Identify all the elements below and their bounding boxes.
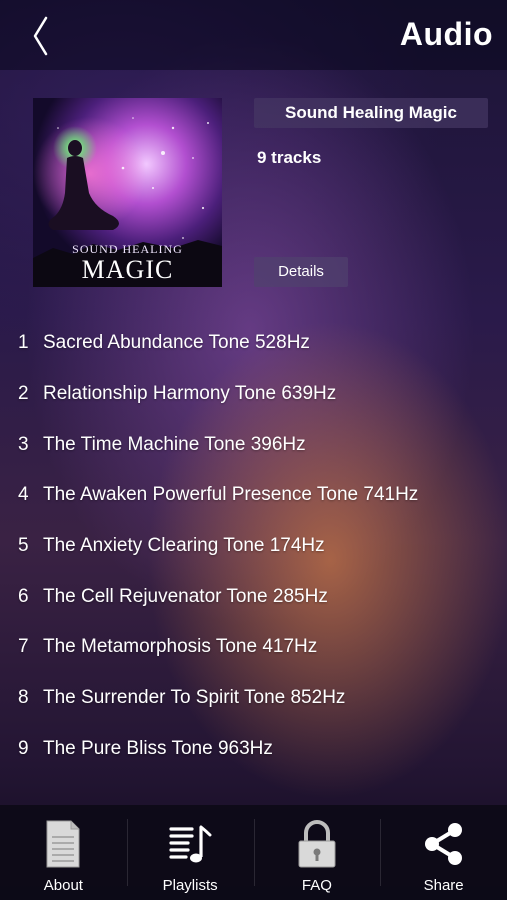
tab-about[interactable]: About — [0, 805, 127, 900]
track-item[interactable]: 3 The Time Machine Tone 396Hz — [0, 419, 507, 470]
chevron-left-icon — [33, 16, 48, 56]
track-item[interactable]: 4 The Awaken Powerful Presence Tone 741Hz — [0, 470, 507, 521]
tab-faq[interactable]: FAQ — [253, 805, 381, 900]
tab-playlists-label: Playlists — [162, 877, 218, 894]
track-item[interactable]: 6 The Cell Rejuvenator Tone 285Hz — [0, 571, 507, 622]
track-number: 7 — [18, 636, 29, 658]
lock-icon — [298, 820, 336, 868]
track-title: Sacred Abundance Tone 528Hz — [43, 332, 310, 354]
track-number: 5 — [18, 535, 29, 557]
track-item[interactable]: 9 The Pure Bliss Tone 963Hz — [0, 724, 507, 775]
tab-share[interactable]: Share — [380, 805, 507, 900]
track-number: 9 — [18, 737, 29, 759]
document-icon — [46, 820, 80, 868]
tab-bar: About Playlists FAQ Share — [0, 805, 507, 900]
details-button[interactable]: Details — [254, 257, 348, 287]
track-number: 6 — [18, 585, 29, 607]
track-number: 4 — [18, 484, 29, 506]
track-number: 1 — [18, 332, 29, 354]
tab-about-label: About — [43, 877, 83, 894]
track-item[interactable]: 8 The Surrender To Spirit Tone 852Hz — [0, 673, 507, 724]
cover-text-large: MAGIC — [82, 255, 174, 284]
track-item[interactable]: 7 The Metamorphosis Tone 417Hz — [0, 622, 507, 673]
track-number: 2 — [18, 383, 29, 405]
track-title: The Anxiety Clearing Tone 174Hz — [43, 535, 325, 557]
share-icon — [424, 823, 462, 865]
track-number: 8 — [18, 687, 29, 709]
album-name: Sound Healing Magic — [254, 98, 488, 128]
track-list: 1 Sacred Abundance Tone 528Hz 2 Relationsh… — [0, 318, 507, 774]
track-count: 9 tracks — [257, 148, 322, 167]
track-number: 3 — [18, 433, 29, 455]
track-item[interactable]: 1 Sacred Abundance Tone 528Hz — [0, 318, 507, 369]
album-cover: SOUND HEALING MAGIC — [33, 98, 222, 287]
playlist-icon — [169, 825, 212, 863]
track-title: The Surrender To Spirit Tone 852Hz — [43, 687, 346, 709]
cover-text-small: SOUND HEALING — [72, 242, 183, 256]
track-title: The Pure Bliss Tone 963Hz — [43, 737, 273, 759]
track-title: Relationship Harmony Tone 639Hz — [43, 383, 337, 405]
header-bar: Audio — [0, 0, 507, 70]
track-title: The Cell Rejuvenator Tone 285Hz — [43, 585, 328, 607]
tab-faq-label: FAQ — [301, 877, 332, 894]
page-title: Audio — [399, 16, 493, 52]
track-title: The Time Machine Tone 396Hz — [43, 433, 306, 455]
track-item[interactable]: 2 Relationship Harmony Tone 639Hz — [0, 369, 507, 420]
back-button[interactable] — [28, 14, 58, 58]
track-item[interactable]: 5 The Anxiety Clearing Tone 174Hz — [0, 521, 507, 572]
tab-playlists[interactable]: Playlists — [126, 805, 254, 900]
track-title: The Metamorphosis Tone 417Hz — [43, 636, 318, 658]
track-title: The Awaken Powerful Presence Tone 741Hz — [43, 484, 419, 506]
tab-share-label: Share — [423, 877, 464, 894]
